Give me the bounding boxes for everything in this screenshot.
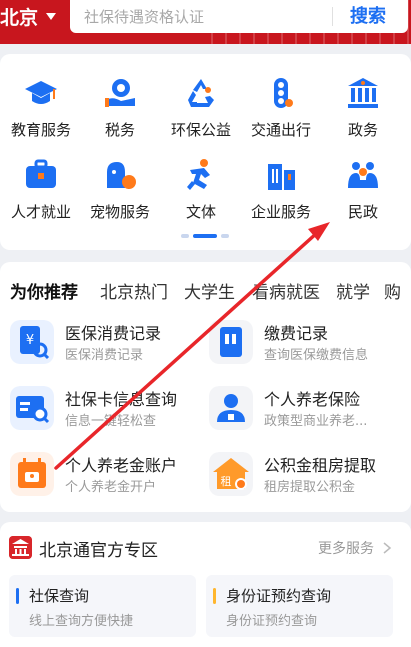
payment-record-icon — [209, 320, 253, 364]
rec-subtitle: 政策型商业养老... — [264, 414, 368, 429]
rec-personal-pension-insurance[interactable]: 个人养老保险 政策型商业养老... — [209, 386, 404, 436]
more-services-label: 更多服务 — [318, 541, 374, 557]
id-card-search-icon — [10, 386, 54, 430]
service-label: 民政 — [347, 203, 378, 221]
rec-subtitle: 信息一键轻松查 — [65, 414, 157, 429]
official-zone: 北京通官方专区 更多服务 社保查询 线上查询方便快捷 身份证预约查询 身份证预约… — [0, 522, 411, 647]
tab-beijing-hot[interactable]: 北京热门 — [100, 278, 168, 303]
rec-title: 个人养老金账户 — [65, 456, 178, 475]
service-employment[interactable]: 人才就业 — [0, 158, 82, 222]
beijing-tong-logo-icon — [9, 536, 32, 559]
service-label: 环保公益 — [170, 121, 231, 139]
search-input[interactable] — [84, 7, 334, 26]
recycle-icon — [188, 79, 214, 107]
rec-title: 缴费记录 — [264, 324, 329, 343]
svg-text:租: 租 — [221, 475, 232, 488]
tab-shopping[interactable]: 购 — [384, 278, 401, 303]
caret-down-icon — [46, 12, 57, 20]
page-dot-active — [193, 234, 217, 238]
rec-title: 社保卡信息查询 — [65, 390, 178, 409]
tab-recommend[interactable]: 为你推荐 — [10, 278, 78, 303]
person-pension-icon — [209, 386, 253, 430]
zone-card-social-security[interactable]: 社保查询 线上查询方便快捷 — [9, 575, 196, 637]
page-dot — [181, 234, 189, 238]
rec-social-card-query[interactable]: 社保卡信息查询 信息一键轻松查 — [10, 386, 200, 436]
tab-college[interactable]: 大学生 — [184, 278, 235, 303]
service-tax[interactable]: 税务 — [79, 76, 161, 140]
service-label: 宠物服务 — [89, 203, 150, 221]
zone-title: 北京通官方专区 — [39, 541, 158, 561]
page-indicator — [181, 234, 231, 238]
tax-hand-icon — [105, 79, 135, 107]
more-services-link[interactable]: 更多服务 — [318, 538, 392, 558]
tab-school[interactable]: 就学 — [336, 278, 370, 303]
rec-subtitle: 个人养老金开户 — [65, 480, 157, 495]
card-accent-bar — [16, 588, 19, 604]
tab-medical[interactable]: 看病就医 — [252, 278, 320, 303]
service-label: 政务 — [347, 121, 378, 139]
city-selector[interactable]: 北京 — [0, 0, 57, 32]
service-education[interactable]: 教育服务 — [0, 76, 82, 140]
family-icon — [348, 162, 378, 188]
service-enterprise[interactable]: 企业服务 — [240, 158, 322, 222]
house-rent-icon: 租 — [209, 452, 253, 496]
calendar-account-icon — [10, 452, 54, 496]
graduation-cap-icon — [25, 81, 57, 104]
service-civil-affairs[interactable]: 民政 — [322, 158, 404, 222]
service-label: 人才就业 — [10, 203, 71, 221]
service-sports[interactable]: 文体 — [160, 158, 242, 222]
service-traffic[interactable]: 交通出行 — [240, 76, 322, 140]
rec-title: 个人养老保险 — [264, 390, 361, 409]
service-environment[interactable]: 环保公益 — [160, 76, 242, 140]
service-label: 文体 — [185, 203, 216, 221]
chevron-right-icon — [383, 542, 392, 554]
briefcase-icon — [26, 159, 56, 188]
medical-receipt-icon: ¥ — [10, 320, 54, 364]
page-dot — [221, 234, 229, 238]
card-accent-bar — [213, 588, 216, 604]
rec-medical-records[interactable]: ¥ 医保消费记录 医保消费记录 — [10, 320, 200, 370]
office-buildings-icon — [268, 164, 295, 190]
service-grid-card: 教育服务 税务 环保公益 交通出行 政务 人才就业 宠物服务 文体 企业服务 民… — [0, 54, 411, 250]
search-box[interactable]: 搜索 — [70, 0, 408, 33]
zone-card-subtitle: 线上查询方便快捷 — [29, 614, 134, 629]
top-header: 北京 搜索 — [0, 0, 411, 44]
rec-housing-fund-rent[interactable]: 租 公积金租房提取 租房提取公积金 — [209, 452, 404, 502]
service-label: 交通出行 — [250, 121, 311, 139]
rec-title: 公积金租房提取 — [264, 456, 377, 475]
service-label: 教育服务 — [10, 121, 71, 139]
rec-title: 医保消费记录 — [65, 324, 162, 343]
zone-card-id-appointment[interactable]: 身份证预约查询 身份证预约查询 — [206, 575, 393, 637]
pet-icon — [107, 162, 136, 189]
zone-card-title: 身份证预约查询 — [226, 587, 332, 605]
search-divider — [332, 7, 333, 26]
rec-subtitle: 医保消费记录 — [65, 348, 144, 363]
search-button[interactable]: 搜索 — [350, 2, 386, 28]
service-pet[interactable]: 宠物服务 — [79, 158, 161, 222]
running-person-icon — [187, 159, 210, 190]
traffic-light-icon — [274, 78, 293, 108]
zone-card-title: 社保查询 — [29, 587, 90, 605]
svg-text:¥: ¥ — [26, 333, 34, 348]
zone-card-subtitle: 身份证预约查询 — [226, 614, 318, 629]
government-building-icon — [348, 78, 378, 108]
rec-pension-account[interactable]: 个人养老金账户 个人养老金开户 — [10, 452, 200, 502]
service-label: 税务 — [104, 121, 135, 139]
rec-subtitle: 查询医保缴费信息 — [264, 348, 369, 363]
service-government[interactable]: 政务 — [322, 76, 404, 140]
rec-subtitle: 租房提取公积金 — [264, 480, 356, 495]
rec-payment-records[interactable]: 缴费记录 查询医保缴费信息 — [209, 320, 404, 370]
recommend-card: 为你推荐 北京热门 大学生 看病就医 就学 购 ¥ 医保消费记录 医保消费记录 … — [0, 262, 411, 512]
service-label: 企业服务 — [250, 203, 311, 221]
city-label: 北京 — [0, 6, 39, 29]
